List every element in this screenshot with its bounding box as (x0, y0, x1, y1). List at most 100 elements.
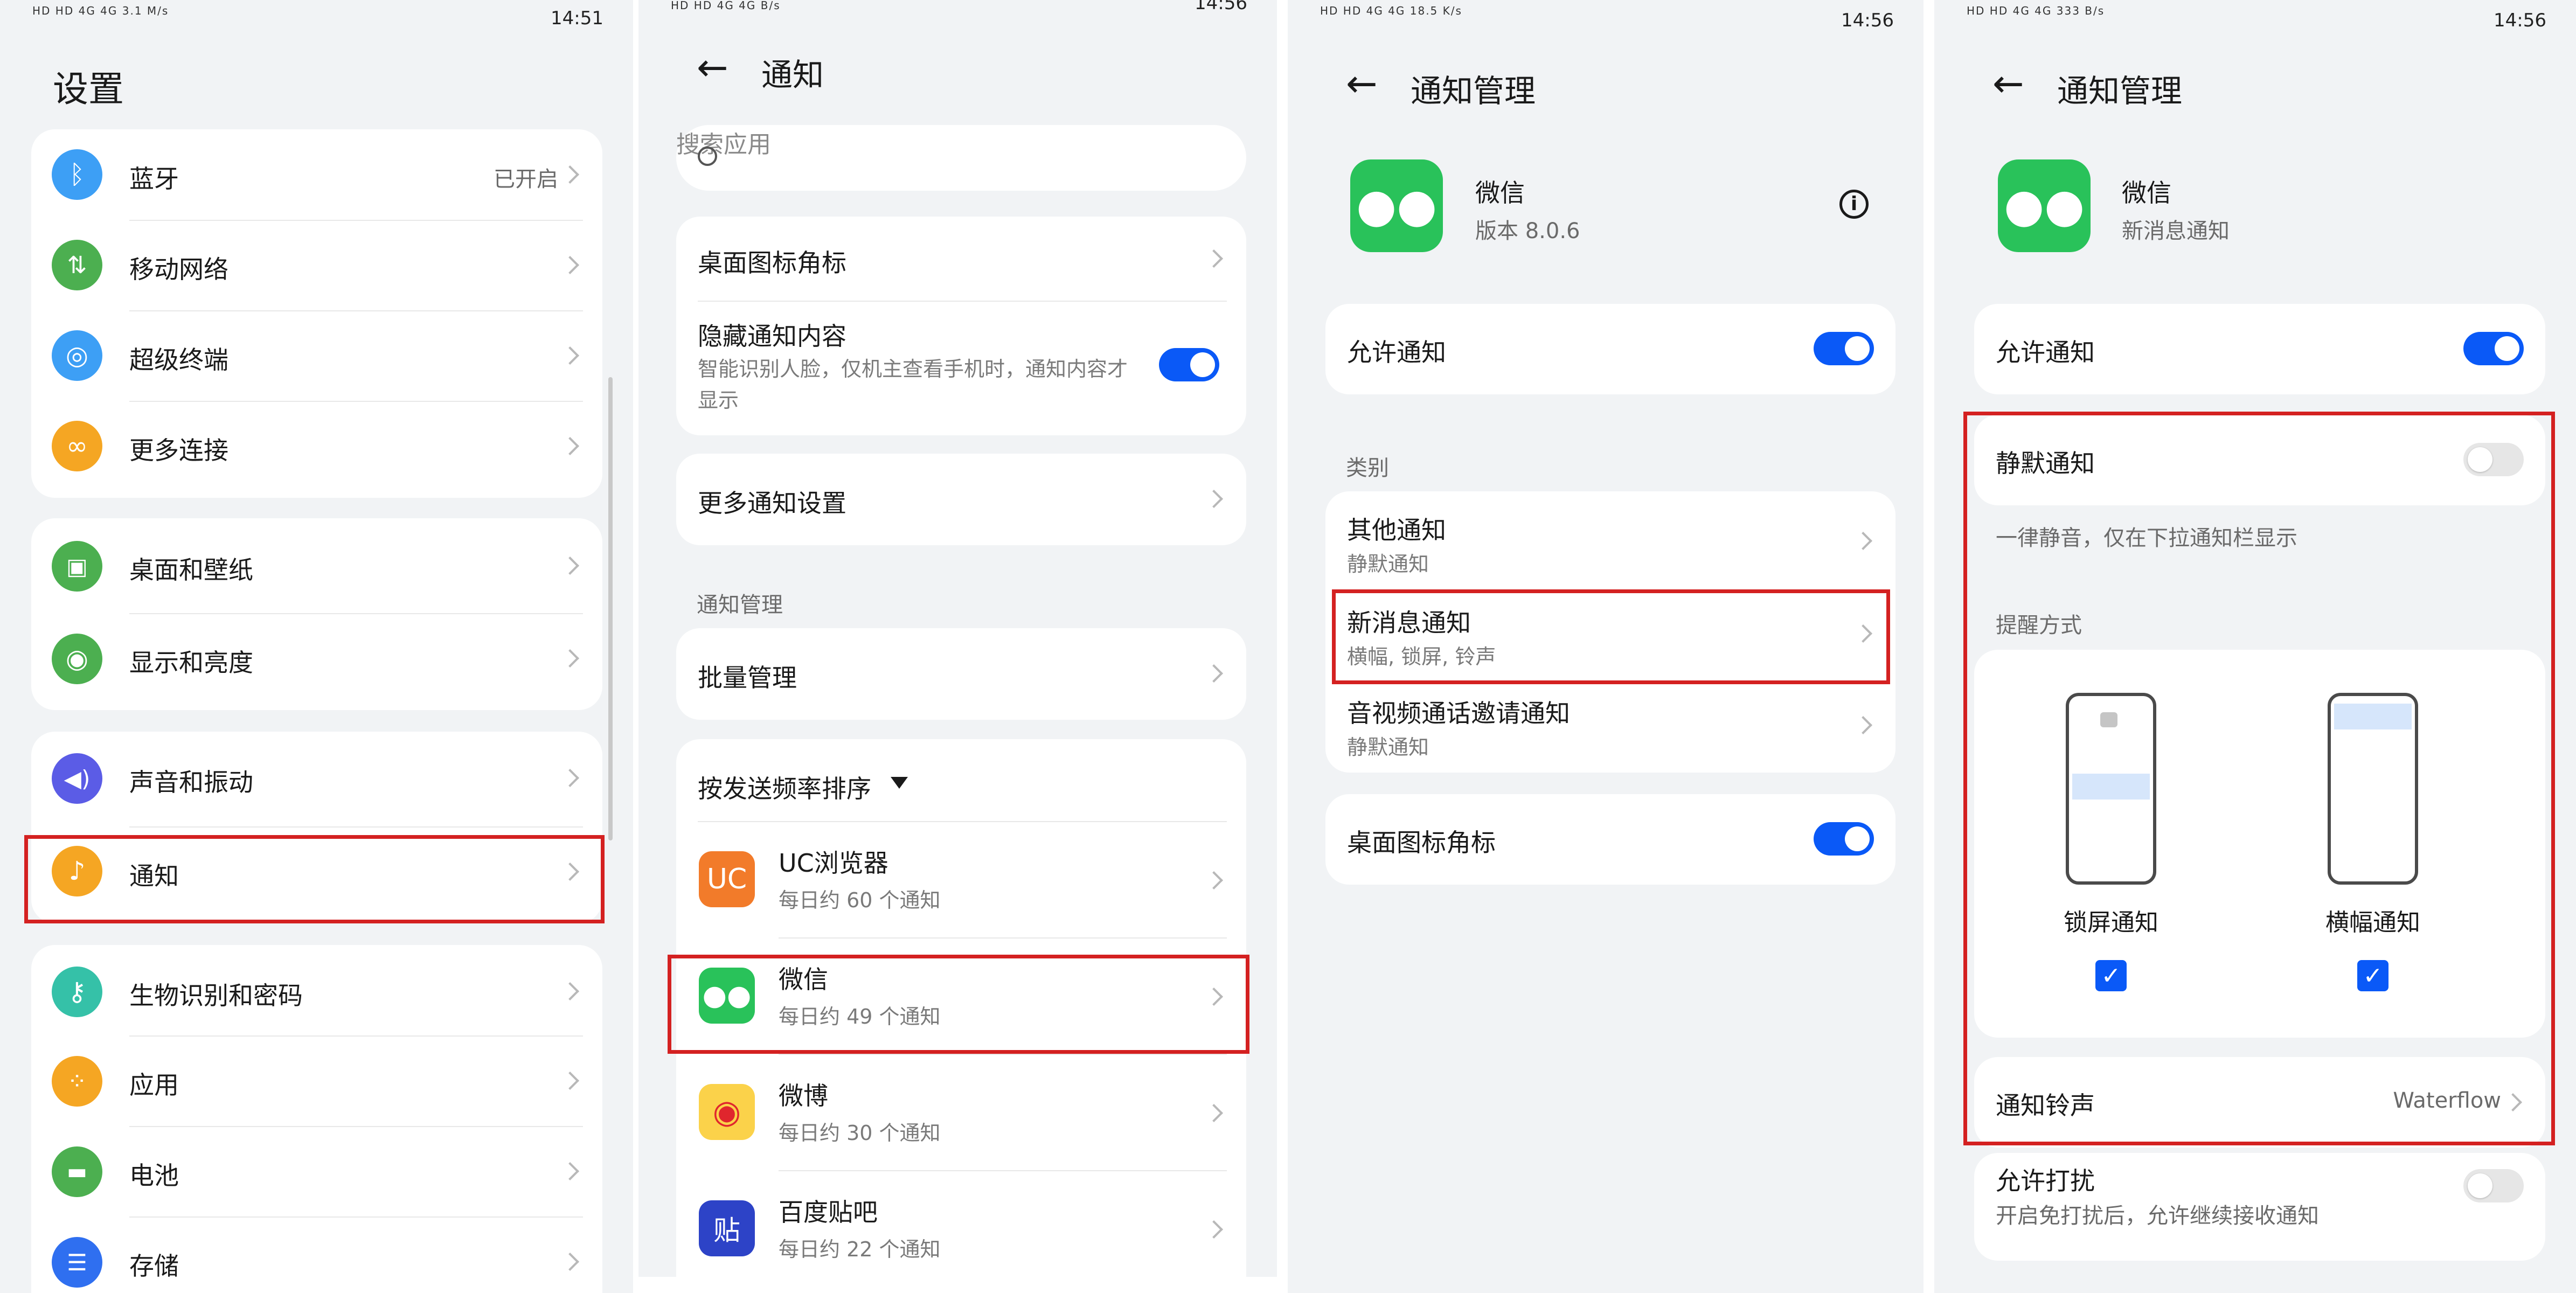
wechat-icon: ●● (1998, 159, 2091, 252)
settings-item-biometrics[interactable]: ⚷ 生物识别和密码 (31, 945, 602, 1035)
chevron-right-icon (1205, 1220, 1223, 1239)
mobile-network-icon: ⇅ (52, 240, 102, 290)
settings-item-display[interactable]: ◉ 显示和亮度 (31, 613, 602, 708)
section-header: 通知管理 (697, 593, 783, 617)
wallpaper-icon: ▣ (52, 541, 102, 592)
highlight-box-notifications (24, 835, 605, 923)
page-title: 通知管理 (1411, 73, 1536, 109)
back-arrow-icon[interactable]: ← (1992, 65, 2024, 102)
settings-item-label: 更多连接 (129, 436, 228, 465)
super-device-icon: ◎ (52, 330, 102, 381)
more-settings-label: 更多通知设置 (698, 489, 846, 518)
clock: 14:51 (551, 8, 603, 29)
chevron-right-icon (561, 1072, 579, 1090)
settings-item-label: 声音和振动 (129, 768, 253, 797)
status-value: 已开启 (494, 167, 558, 192)
scrollbar[interactable] (608, 377, 613, 840)
more-notification-settings[interactable]: 更多通知设置 (676, 454, 1246, 545)
chevron-right-icon (1854, 716, 1872, 734)
settings-item-super-device[interactable]: ◎ 超级终端 (31, 310, 602, 401)
bottom-edge (638, 1277, 1277, 1293)
settings-item-label: 蓝牙 (129, 164, 179, 193)
chevron-right-icon (1205, 1104, 1223, 1122)
chevron-right-icon (1205, 664, 1223, 683)
page-title: 设置 (53, 68, 124, 110)
badge-toggle[interactable] (1814, 822, 1874, 856)
settings-group-display: ▣ 桌面和壁纸 ◉ 显示和亮度 (31, 518, 602, 710)
badge-item[interactable]: 桌面图标角标 (676, 217, 1246, 301)
eye-icon: ◉ (52, 634, 102, 684)
batch-manage-label: 批量管理 (698, 663, 797, 692)
settings-item-apps[interactable]: ⁘ 应用 (31, 1035, 602, 1126)
hide-content-toggle[interactable] (1159, 348, 1219, 381)
app-name: 微信 (2122, 178, 2171, 207)
wechat-notification-manage-screen: HD HD 4G 4G 18.5 K/s 14:56 ← 通知管理 ●● 微信 … (1288, 0, 1924, 1293)
back-arrow-icon[interactable]: ← (1346, 65, 1378, 102)
category-description: 静默通知 (1347, 552, 1429, 576)
search-icon (698, 147, 717, 166)
app-notification-count: 每日约 60 个通知 (779, 888, 941, 912)
status-bar: HD HD 4G 4G B/s 14:56 (638, 0, 1277, 40)
dnd-label: 允许打扰 (1996, 1166, 2095, 1195)
back-arrow-icon[interactable]: ← (697, 48, 728, 86)
settings-item-mobile-network[interactable]: ⇅ 移动网络 (31, 220, 602, 310)
tieba-icon: 贴 (699, 1200, 755, 1256)
settings-item-storage[interactable]: ☰ 存储 (31, 1216, 602, 1293)
allow-notifications-label: 允许通知 (1347, 338, 1446, 367)
settings-item-wallpaper[interactable]: ▣ 桌面和壁纸 (31, 518, 602, 613)
badge-label: 桌面图标角标 (698, 248, 846, 277)
category-name: 其他通知 (1347, 516, 1446, 545)
allow-notifications-toggle[interactable] (2463, 332, 2524, 365)
category-description: 静默通知 (1347, 735, 1429, 759)
chevron-right-icon (561, 769, 579, 787)
dnd-description: 开启免打扰后，允许继续接收通知 (1996, 1204, 2319, 1228)
allow-notifications-card: 允许通知 (1974, 304, 2545, 394)
category-item-call-invite[interactable]: 音视频通话邀请通知 静默通知 (1325, 679, 1895, 773)
category-item-other[interactable]: 其他通知 静默通知 (1325, 491, 1895, 585)
app-name: 微博 (779, 1081, 828, 1110)
app-item-tieba[interactable]: 贴 百度贴吧 每日约 22 个通知 (676, 1170, 1246, 1287)
batch-manage[interactable]: 批量管理 (676, 628, 1246, 720)
allow-notifications-label: 允许通知 (1996, 338, 2095, 367)
search-input[interactable]: 搜索应用 (676, 125, 1246, 191)
settings-item-label: 桌面和壁纸 (129, 555, 253, 585)
settings-item-sound[interactable]: ◀) 声音和振动 (31, 732, 602, 826)
wechat-icon: ●● (1350, 159, 1443, 252)
settings-item-more-connections[interactable]: ∞ 更多连接 (31, 401, 602, 491)
highlight-box-new-message (1332, 589, 1890, 684)
chevron-right-icon (561, 256, 579, 274)
section-header: 类别 (1346, 456, 1389, 481)
settings-item-battery[interactable]: ▬ 电池 (31, 1126, 602, 1216)
search-placeholder: 搜索应用 (676, 131, 771, 158)
chevron-right-icon (561, 165, 579, 184)
notifications-screen: HD HD 4G 4G B/s 14:56 ← 通知 搜索应用 桌面图标角标 隐… (638, 0, 1277, 1293)
allow-notifications-toggle[interactable] (1814, 332, 1874, 365)
hide-content-description: 智能识别人脸，仅机主查看手机时，通知内容才显示 (698, 357, 1128, 412)
weibo-icon: ◉ (699, 1084, 755, 1140)
page-title: 通知管理 (2057, 73, 2183, 109)
dnd-toggle[interactable] (2463, 1169, 2524, 1202)
clock: 14:56 (1841, 10, 1894, 31)
info-icon[interactable]: i (1839, 190, 1869, 219)
network-status: HD HD 4G 4G 333 B/s (1967, 4, 2105, 17)
clock: 14:56 (1195, 0, 1247, 14)
app-item-weibo[interactable]: ◉ 微博 每日约 30 个通知 (676, 1054, 1246, 1170)
settings-item-bluetooth[interactable]: ᛒ 蓝牙 已开启 (31, 129, 602, 220)
chevron-right-icon (561, 437, 579, 455)
settings-item-label: 移动网络 (129, 255, 228, 284)
dnd-card: 允许打扰 开启免打扰后，允许继续接收通知 (1974, 1153, 2545, 1261)
network-status: HD HD 4G 4G B/s (671, 0, 781, 12)
sound-icon: ◀) (52, 753, 102, 804)
sort-dropdown[interactable]: 按发送频率排序 (676, 739, 1246, 821)
badge-card: 桌面图标角标 (1325, 794, 1895, 885)
clock: 14:56 (2494, 10, 2546, 31)
allow-notifications-card: 允许通知 (1325, 304, 1895, 394)
app-item-uc[interactable]: UC UC浏览器 每日约 60 个通知 (676, 821, 1246, 937)
chevron-right-icon (1205, 871, 1223, 889)
category-name: 音视频通话邀请通知 (1347, 699, 1570, 728)
app-notification-count: 每日约 30 个通知 (779, 1121, 941, 1145)
hide-content-label: 隐藏通知内容 (698, 322, 846, 351)
hide-content-item[interactable]: 隐藏通知内容 智能识别人脸，仅机主查看手机时，通知内容才显示 (676, 301, 1246, 435)
settings-group-connectivity: ᛒ 蓝牙 已开启 ⇅ 移动网络 ◎ 超级终端 ∞ 更多连接 (31, 129, 602, 498)
link-icon: ∞ (52, 421, 102, 471)
